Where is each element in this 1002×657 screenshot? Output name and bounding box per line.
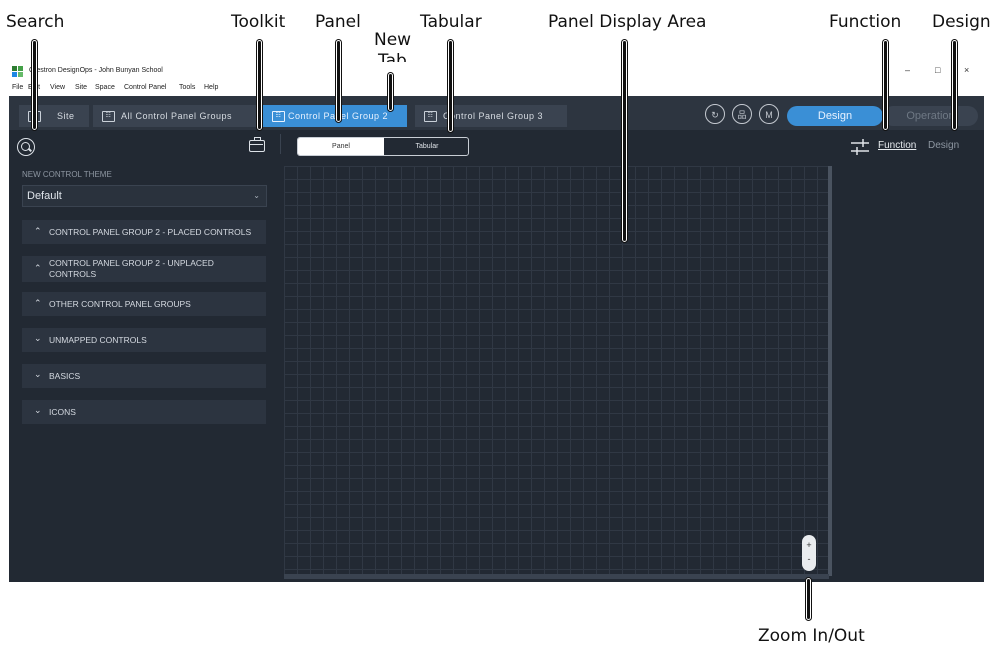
tab-site-label: Site — [57, 111, 75, 121]
panel-canvas-grid[interactable] — [284, 166, 829, 574]
design-mode-button[interactable]: Design — [787, 106, 883, 126]
panel-view-button[interactable]: Panel — [298, 138, 384, 155]
theme-select-value: Default — [27, 190, 62, 202]
accordion-unmapped-controls[interactable]: ⌄ UNMAPPED CONTROLS — [22, 328, 266, 352]
left-panel: NEW CONTROL THEME Default ⌄ ⌃ CONTROL PA… — [9, 130, 274, 582]
chevron-up-icon: ⌃ — [34, 226, 42, 236]
annotation-panel: Panel — [315, 12, 361, 32]
chevron-up-icon: ⌃ — [34, 298, 42, 308]
tab-function[interactable]: Function — [878, 140, 916, 151]
panel-group-icon: ☷ — [102, 111, 115, 122]
callout-zoom — [805, 577, 812, 621]
zoom-in-button[interactable]: + — [802, 538, 816, 552]
vertical-scrollbar[interactable] — [828, 166, 832, 576]
accordion-icons[interactable]: ⌄ ICONS — [22, 400, 266, 424]
tab-site[interactable]: ▤ Site — [19, 105, 89, 127]
annotation-zoom: Zoom In/Out — [758, 626, 865, 646]
chevron-down-icon: ⌄ — [34, 333, 42, 343]
title-bar: Crestron DesignOps - John Bunyan School … — [9, 62, 984, 82]
menu-view[interactable]: View — [50, 84, 65, 91]
chevron-down-icon: ⌄ — [34, 405, 42, 415]
tab-all-control-panel-groups[interactable]: ☷ All Control Panel Groups — [93, 105, 259, 127]
callout-new-tab — [387, 72, 394, 112]
accordion-placed-controls[interactable]: ⌃ CONTROL PANEL GROUP 2 - PLACED CONTROL… — [22, 220, 266, 244]
horizontal-scrollbar[interactable] — [284, 574, 829, 579]
menu-file[interactable]: File — [12, 84, 23, 91]
menu-help[interactable]: Help — [204, 84, 218, 91]
right-panel: Function Design — [834, 130, 984, 582]
accordion-label: UNMAPPED CONTROLS — [49, 335, 147, 345]
callout-design — [951, 39, 958, 131]
operation-mode-button[interactable]: Operation — [883, 106, 978, 126]
menu-control-panel[interactable]: Control Panel — [124, 84, 166, 91]
minimize-button[interactable]: – — [905, 65, 910, 75]
callout-toolkit — [256, 39, 263, 131]
window-title: Crestron DesignOps - John Bunyan School — [29, 67, 163, 74]
menu-bar: File Edit View Site Space Control Panel … — [9, 82, 984, 96]
menu-tools[interactable]: Tools — [179, 84, 195, 91]
callout-search — [31, 39, 38, 131]
close-button[interactable]: × — [964, 65, 969, 75]
app-window: Crestron DesignOps - John Bunyan School … — [9, 62, 984, 582]
panel-group-icon: ☷ — [272, 111, 285, 122]
tab-bar: ▤ Site ☷ All Control Panel Groups ☷ Cont… — [9, 96, 984, 130]
panel-group-icon: ☷ — [424, 111, 437, 122]
chevron-down-icon: ⌄ — [253, 191, 260, 200]
tab-design[interactable]: Design — [928, 140, 959, 151]
tabular-view-button[interactable]: Tabular — [384, 138, 468, 155]
accordion-label: BASICS — [49, 371, 81, 381]
accordion-basics[interactable]: ⌄ BASICS — [22, 364, 266, 388]
zoom-control[interactable]: + - — [802, 535, 816, 571]
app-logo-icon — [12, 66, 23, 77]
accordion-label: OTHER CONTROL PANEL GROUPS — [49, 299, 191, 309]
annotation-function: Function — [829, 12, 902, 32]
accordion-label: CONTROL PANEL GROUP 2 - UNPLACED CONTROL… — [49, 258, 214, 279]
annotation-toolkit: Toolkit — [231, 12, 286, 32]
callout-tabular — [447, 39, 454, 133]
tab-control-panel-group-2[interactable]: ☷ Control Panel Group 2 — [263, 105, 407, 127]
panel-display-area: Panel Tabular + - — [282, 130, 834, 582]
zoom-out-button[interactable]: - — [802, 552, 816, 566]
annotation-search: Search — [6, 12, 65, 32]
user-avatar-button[interactable]: M — [759, 104, 779, 124]
toolkit-icon[interactable] — [249, 137, 265, 152]
callout-function — [882, 39, 889, 131]
theme-select[interactable]: Default ⌄ — [22, 185, 267, 207]
callout-panel — [335, 39, 342, 123]
view-toggle: Panel Tabular — [297, 137, 469, 156]
accordion-unplaced-controls[interactable]: ⌃ CONTROL PANEL GROUP 2 - UNPLACED CONTR… — [22, 256, 266, 282]
maximize-button[interactable]: □ — [935, 65, 940, 75]
panel-divider — [280, 134, 281, 154]
chevron-down-icon: ⌄ — [34, 369, 42, 379]
hierarchy-button[interactable]: 品 — [732, 104, 752, 124]
annotation-design: Design — [932, 12, 991, 32]
menu-site[interactable]: Site — [75, 84, 87, 91]
menu-space[interactable]: Space — [95, 84, 115, 91]
tab-all-groups-label: All Control Panel Groups — [121, 111, 233, 121]
annotation-panel-display-area: Panel Display Area — [548, 12, 707, 32]
theme-label: NEW CONTROL THEME — [22, 170, 112, 179]
tab-control-panel-group-3[interactable]: ☷ Control Panel Group 3 — [415, 105, 567, 127]
annotation-new-tab-line1: New — [374, 30, 412, 50]
sliders-icon — [851, 139, 869, 155]
callout-panel-display-area — [621, 39, 628, 243]
accordion-other-groups[interactable]: ⌃ OTHER CONTROL PANEL GROUPS — [22, 292, 266, 316]
annotation-tabular: Tabular — [420, 12, 482, 32]
sync-button[interactable]: ↻ — [705, 104, 725, 124]
chevron-up-icon: ⌃ — [34, 263, 42, 273]
accordion-label: CONTROL PANEL GROUP 2 - PLACED CONTROLS — [49, 227, 252, 237]
accordion-label: ICONS — [49, 407, 76, 417]
tab-group3-label: Control Panel Group 3 — [443, 111, 544, 121]
search-icon[interactable] — [17, 138, 35, 156]
